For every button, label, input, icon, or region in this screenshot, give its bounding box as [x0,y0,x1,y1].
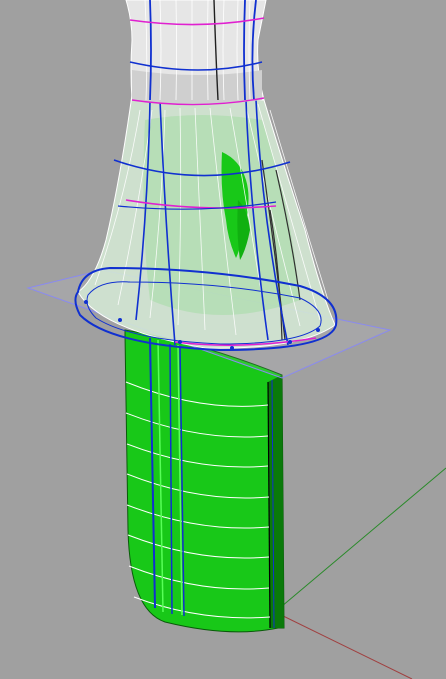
control-point[interactable] [316,328,320,332]
control-point[interactable] [230,346,234,350]
control-point[interactable] [178,340,182,344]
control-point[interactable] [288,340,292,344]
world-x-axis [274,611,413,679]
world-y-axis [274,467,446,613]
foil-strut-trailing-edge [268,375,284,628]
flared-fillet-surface[interactable] [74,94,338,352]
perspective-3d-viewport[interactable] [0,0,446,679]
control-point[interactable] [84,300,88,304]
model-scene[interactable] [0,0,446,679]
control-point[interactable] [118,318,122,322]
foil-strut[interactable] [124,329,285,633]
world-axes [274,467,446,679]
upper-neck-surface[interactable] [125,0,267,106]
